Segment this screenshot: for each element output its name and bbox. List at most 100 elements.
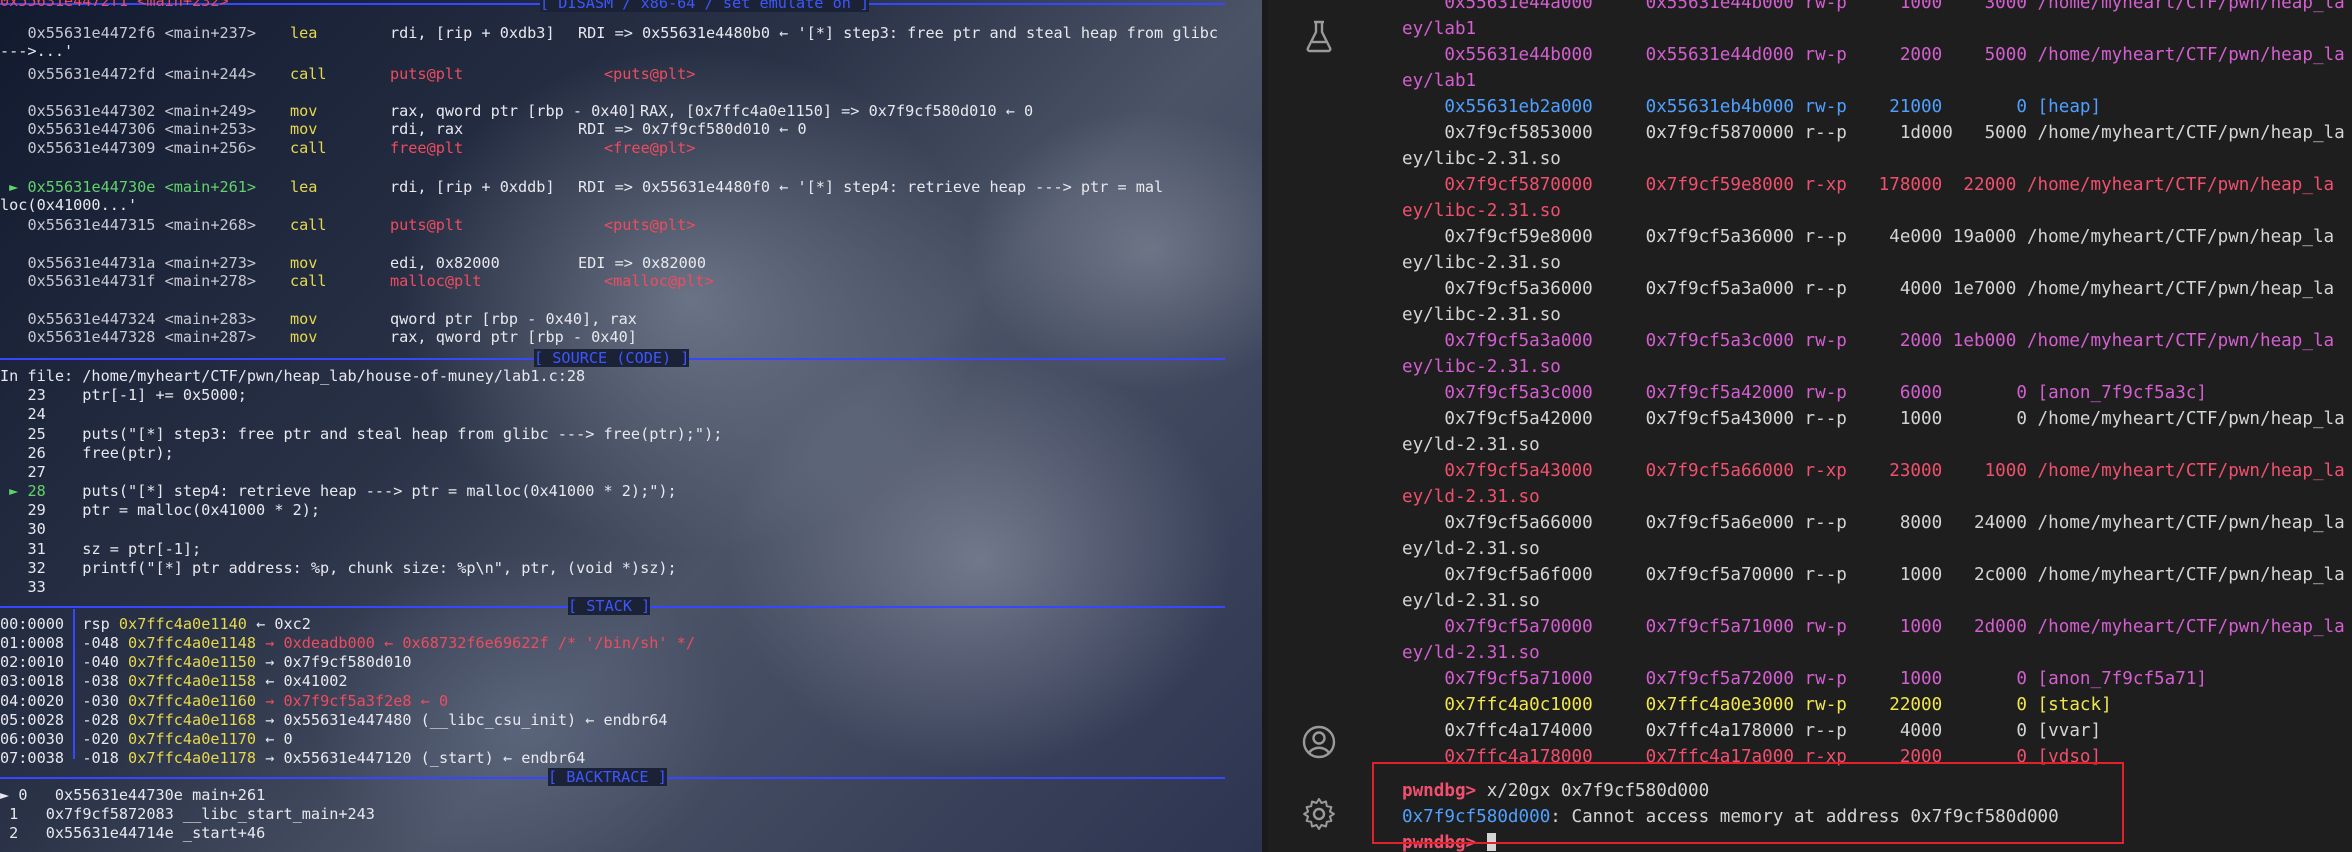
vmmap-line: ey/libc-2.31.so	[1402, 305, 1561, 325]
debugger-pane: [ DISASM / x86-64 / set emulate on ] 0x55…	[0, 0, 1262, 852]
current-marker	[0, 120, 27, 138]
account-icon[interactable]	[1301, 724, 1337, 760]
stack-index: 03:0018	[0, 672, 65, 690]
vmmap-line: 0x7f9cf5a3c000 0x7f9cf5a42000 rw-p 6000 …	[1402, 383, 2208, 403]
frame-address: 0x55631e44730e	[54, 786, 183, 804]
wrapped-text: --->...'	[0, 42, 74, 60]
operands: rax, qword ptr [rbp - 0x40]	[390, 328, 637, 346]
stack-value: → 0x55631e447120 (_start) ← endbr64	[265, 749, 586, 767]
source-line: 25 puts("[*] step3: free ptr and steal h…	[0, 425, 722, 443]
current-marker	[0, 328, 27, 346]
operands-text: rdi, rax	[390, 120, 464, 138]
source-line: 27	[0, 463, 46, 481]
line-marker	[0, 578, 27, 596]
stack-index: 05:0028	[0, 711, 65, 729]
gear-icon[interactable]	[1301, 796, 1337, 832]
instruction-address: 0x55631e44731a	[27, 254, 156, 272]
vmmap-line: 0x7ffc4a174000 0x7ffc4a178000 r--p 4000 …	[1402, 721, 2102, 741]
line-number: 27	[27, 463, 46, 481]
line-marker	[0, 386, 27, 404]
instruction-address: 0x55631e44730e	[27, 178, 156, 196]
vmmap-line: 0x7f9cf5a6f000 0x7f9cf5a70000 r--p 1000 …	[1402, 565, 2345, 585]
disasm-line: 0x55631e44731f <main+278>	[0, 272, 256, 290]
current-marker	[0, 24, 27, 42]
note-text: RDI => 0x55631e4480f0 ← '[*] step4: retr…	[578, 178, 1164, 196]
instruction-address: 0x55631e447309	[27, 139, 156, 157]
operands: rax, qword ptr [rbp - 0x40]	[390, 102, 637, 120]
stack-register: -030	[82, 692, 119, 710]
stack-address: 0x7ffc4a0e1178	[128, 749, 257, 767]
stack-line: 06:0030 -020 0x7ffc4a0e1170 ← 0	[0, 730, 293, 748]
source-code: printf("[*] ptr address: %p, chunk size:…	[45, 559, 677, 577]
current-marker	[0, 272, 27, 290]
operands-text: rax, qword ptr [rbp - 0x40]	[390, 328, 637, 346]
instruction-symbol: <main+268>	[164, 216, 257, 234]
line-number: 30	[27, 520, 46, 538]
operands-text: rax, qword ptr [rbp - 0x40]	[390, 102, 637, 120]
mnemonic-text: lea	[290, 24, 318, 42]
stack-line: 00:0000 rsp 0x7ffc4a0e1140 ← 0xc2	[0, 615, 311, 633]
operands: qword ptr [rbp - 0x40], rax	[390, 310, 637, 328]
stack-line: 03:0018 -038 0x7ffc4a0e1158 ← 0x41002	[0, 672, 348, 690]
stack-value: → 0x55631e447480 (__libc_csu_init) ← end…	[265, 711, 668, 729]
instruction-symbol: <main+273>	[164, 254, 257, 272]
backtrace-frame: ► 0 0x55631e44730e main+261	[0, 786, 265, 804]
source-code: puts("[*] step3: free ptr and steal heap…	[45, 425, 723, 443]
disasm-line: 0x55631e447302 <main+249>	[0, 102, 256, 120]
vmmap-line: 0x7f9cf5a36000 0x7f9cf5a3a000 r--p 4000 …	[1402, 279, 2335, 299]
stack-index: 07:0038	[0, 749, 65, 767]
disasm-line: 0x55631e447306 <main+253>	[0, 120, 256, 138]
source-line: 24	[0, 405, 45, 423]
vmmap-line: ey/ld-2.31.so	[1402, 539, 1540, 559]
operands: rdi, rax	[390, 120, 463, 138]
mnemonic-text: mov	[290, 120, 318, 138]
mnemonic-text: mov	[290, 328, 318, 346]
line-marker	[0, 405, 27, 423]
operands: rdi, [rip + 0xdb3]	[390, 24, 555, 42]
frame-index: 2	[9, 824, 19, 842]
mnemonic: lea	[290, 24, 317, 42]
stack-line: 07:0038 -018 0x7ffc4a0e1178 → 0x55631e44…	[0, 749, 585, 767]
operands-text: malloc@plt	[390, 272, 482, 290]
vmmap-line: 0x7f9cf5a71000 0x7f9cf5a72000 rw-p 1000 …	[1402, 669, 2208, 689]
vmmap-line: 0x7f9cf5a70000 0x7f9cf5a71000 rw-p 1000 …	[1402, 617, 2345, 637]
mnemonic-text: call	[290, 139, 327, 157]
mnemonic-text: mov	[290, 310, 318, 328]
frame-symbol: _start+46	[182, 824, 266, 842]
stack-line: 02:0010 -040 0x7ffc4a0e1150 → 0x7f9cf580…	[0, 653, 412, 671]
frame-index: 0	[18, 786, 28, 804]
source-line: 31 sz = ptr[-1];	[0, 540, 201, 558]
source-line: 30	[0, 520, 46, 538]
instruction-symbol: <main+249>	[164, 102, 257, 120]
current-marker	[0, 102, 27, 120]
disasm-line: 0x55631e447309 <main+256>	[0, 139, 256, 157]
instruction-symbol: <main+237>	[164, 24, 257, 42]
flask-icon[interactable]	[1301, 18, 1337, 54]
mnemonic: mov	[290, 328, 317, 346]
current-marker	[0, 216, 27, 234]
disasm-line: 0x55631e447315 <main+268>	[0, 216, 256, 234]
operands-text: qword ptr [rbp - 0x40], rax	[390, 310, 637, 328]
instruction-symbol: <main+244>	[164, 65, 257, 83]
terminal[interactable]: 0x55631e44a000 0x55631e44b000 rw-p 1000 …	[1402, 0, 2352, 852]
instruction-address: 0x55631e447306	[27, 120, 156, 138]
frame-address: 0x7f9cf5872083	[45, 805, 174, 823]
emulation-note: <malloc@plt>	[604, 272, 714, 290]
stack-index: 06:0030	[0, 730, 65, 748]
vmmap-line: 0x7f9cf5a42000 0x7f9cf5a43000 r--p 1000 …	[1402, 409, 2345, 429]
operands: free@plt	[390, 139, 463, 157]
mnemonic-text: lea	[290, 178, 318, 196]
stack-address: 0x7ffc4a0e1160	[128, 692, 257, 710]
stack-index: 01:0008	[0, 634, 65, 652]
source-code: ptr = malloc(0x41000 * 2);	[45, 501, 321, 519]
line-number: 33	[27, 578, 46, 596]
source-file-path: In file: /home/myheart/CTF/pwn/heap_lab/…	[0, 367, 585, 385]
instruction-symbol: <main+232>	[137, 0, 229, 10]
operands: puts@plt	[390, 65, 463, 83]
frame-symbol: __libc_start_main+243	[182, 805, 375, 823]
source-code: puts("[*] step4: retrieve heap ---> ptr …	[45, 482, 677, 500]
emulation-note: EDI => 0x82000	[578, 254, 706, 272]
stack-value: → 0x7f9cf5a3f2e8 ← 0	[265, 692, 449, 710]
disasm-wrap-line: --->...'	[0, 42, 73, 60]
emulation-note: <free@plt>	[604, 139, 695, 157]
